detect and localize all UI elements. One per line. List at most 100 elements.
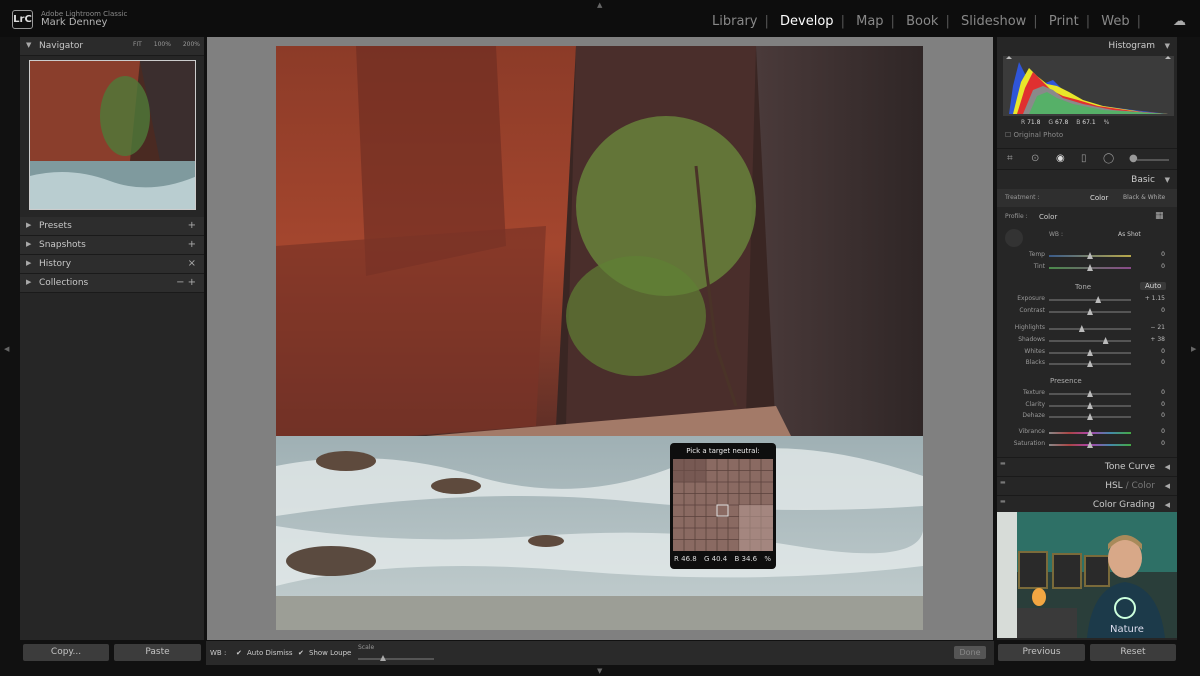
auto-dismiss-checkbox[interactable]: ✔ <box>236 649 242 657</box>
slider-label: Tint <box>1033 263 1045 270</box>
highlights-slider[interactable]: Highlights − 21 <box>997 324 1177 334</box>
slider-value[interactable]: 0 <box>1135 348 1165 355</box>
filmstrip-toggle-icon[interactable]: ▼ <box>597 667 602 675</box>
module-develop[interactable]: Develop <box>780 14 834 29</box>
copy-button[interactable]: Copy... <box>23 644 109 661</box>
original-photo-checkbox[interactable]: ☐ Original Photo <box>1005 131 1063 139</box>
slider-value[interactable]: 0 <box>1135 307 1165 314</box>
slider-value[interactable]: 0 <box>1135 359 1165 366</box>
slider-value[interactable]: + 1.15 <box>1135 295 1165 302</box>
reset-button[interactable]: Reset <box>1090 644 1176 661</box>
slider-label: Whites <box>1024 348 1045 355</box>
treatment-bw[interactable]: Black & White <box>1123 194 1165 201</box>
shadows-slider[interactable]: Shadows + 38 <box>997 336 1177 346</box>
tone-auto-button[interactable]: Auto <box>1140 282 1167 290</box>
whites-slider[interactable]: Whites 0 <box>997 348 1177 358</box>
wb-tool-label: WB : <box>210 649 227 657</box>
saturation-slider[interactable]: Saturation 0 <box>997 440 1177 450</box>
auto-dismiss-label: Auto Dismiss <box>247 649 293 657</box>
show-loupe-checkbox[interactable]: ✔ <box>298 649 304 657</box>
histogram-rgb-readout: R 71.8 G 67.8 B 67.1 % <box>1021 119 1110 126</box>
presets-header[interactable]: ▶ Presets + <box>20 217 204 236</box>
navigator-thumbnail[interactable] <box>29 60 196 210</box>
brush-slider[interactable] <box>1137 159 1169 161</box>
module-print[interactable]: Print <box>1049 14 1079 29</box>
loupe-pixel-grid <box>673 459 773 551</box>
slider-value[interactable]: + 38 <box>1135 336 1165 343</box>
add-snapshot-button[interactable]: + <box>188 239 196 250</box>
clarity-slider[interactable]: Clarity 0 <box>997 401 1177 411</box>
zoom-200[interactable]: 200% <box>183 41 200 48</box>
slider-label: Contrast <box>1019 307 1045 314</box>
left-panel: ▼ Navigator FIT 100% 200% ▶ Presets + ▶ Sn… <box>20 37 204 640</box>
user-name: Mark Denney <box>41 17 108 28</box>
tint-slider[interactable]: Tint 0 <box>997 263 1177 273</box>
treatment-color[interactable]: Color <box>1090 194 1108 202</box>
slider-track[interactable] <box>1049 299 1131 301</box>
slider-value[interactable]: 0 <box>1135 412 1165 419</box>
exposure-slider[interactable]: Exposure + 1.15 <box>997 295 1177 305</box>
dehaze-slider[interactable]: Dehaze 0 <box>997 412 1177 422</box>
module-library[interactable]: Library <box>712 14 757 29</box>
slider-track[interactable] <box>1049 340 1131 342</box>
right-panel-toggle-icon[interactable]: ▶ <box>1191 345 1196 353</box>
profile-browser-icon[interactable]: ▦ <box>1155 211 1164 221</box>
graduated-filter-icon[interactable]: ▯ <box>1081 153 1087 164</box>
previous-button[interactable]: Previous <box>998 644 1085 661</box>
bottom-toolbar: WB : ✔ Auto Dismiss ✔ Show Loupe Scale D… <box>206 641 994 665</box>
snapshots-header[interactable]: ▶ Snapshots + <box>20 236 204 255</box>
zoom-fit[interactable]: FIT <box>133 41 142 48</box>
done-button[interactable]: Done <box>954 646 986 659</box>
slider-track[interactable] <box>1049 328 1131 330</box>
history-header[interactable]: ▶ History × <box>20 255 204 274</box>
add-preset-button[interactable]: + <box>188 220 196 231</box>
module-book[interactable]: Book <box>906 14 938 29</box>
top-bar: LrC Adobe Lightroom Classic Mark Denney … <box>0 0 1200 37</box>
spot-removal-icon[interactable]: ⊙ <box>1031 153 1039 164</box>
navigator-header[interactable]: ▼ Navigator FIT 100% 200% <box>20 37 204 56</box>
wb-select[interactable]: As Shot <box>1118 231 1141 238</box>
cloud-sync-icon[interactable]: ☁ <box>1173 14 1186 29</box>
collection-actions-button[interactable]: − + <box>176 277 196 288</box>
shirt-text: Nature <box>1110 624 1144 635</box>
module-map[interactable]: Map <box>856 14 883 29</box>
scale-thumb[interactable] <box>380 655 386 661</box>
left-panel-toggle-icon[interactable]: ◀ <box>4 345 9 353</box>
module-web[interactable]: Web <box>1101 14 1129 29</box>
tool-strip: ⌗ ⊙ ◉ ▯ ◯ ● <box>997 148 1177 170</box>
vibrance-slider[interactable]: Vibrance 0 <box>997 428 1177 438</box>
slider-value[interactable]: − 21 <box>1135 324 1165 331</box>
radial-filter-icon[interactable]: ◯ <box>1103 153 1114 164</box>
color-grading-header[interactable]: ▬ Color Grading ◀ <box>997 495 1177 513</box>
histogram-chart[interactable] <box>1003 56 1174 116</box>
paste-button[interactable]: Paste <box>114 644 201 661</box>
red-eye-icon[interactable]: ◉ <box>1056 153 1065 164</box>
slider-value[interactable]: 0 <box>1135 401 1165 408</box>
slider-value[interactable]: 0 <box>1135 428 1165 435</box>
tone-curve-header[interactable]: ▬ Tone Curve ◀ <box>997 457 1177 475</box>
slider-value[interactable]: 0 <box>1135 389 1165 396</box>
slider-label: Highlights <box>1014 324 1045 331</box>
lightroom-logo: LrC <box>12 10 33 29</box>
crop-icon[interactable]: ⌗ <box>1007 153 1013 164</box>
slider-value[interactable]: 0 <box>1135 263 1165 270</box>
top-panel-toggle-icon[interactable]: ▲ <box>597 1 602 9</box>
slider-value[interactable]: 0 <box>1135 440 1165 447</box>
slider-label: Clarity <box>1025 401 1045 408</box>
temp-slider[interactable]: Temp 0 <box>997 251 1177 261</box>
scale-label: Scale <box>358 644 375 651</box>
collections-header[interactable]: ▶ Collections − + <box>20 274 204 293</box>
wb-eyedropper-icon[interactable] <box>1005 229 1023 247</box>
slider-label: Blacks <box>1025 359 1045 366</box>
contrast-slider[interactable]: Contrast 0 <box>997 307 1177 317</box>
blacks-slider[interactable]: Blacks 0 <box>997 359 1177 369</box>
texture-slider[interactable]: Texture 0 <box>997 389 1177 399</box>
hsl-header[interactable]: ▬ HSL / Color ◀ <box>997 476 1177 494</box>
scale-slider[interactable] <box>358 655 434 661</box>
zoom-100[interactable]: 100% <box>154 41 171 48</box>
module-slideshow[interactable]: Slideshow <box>961 14 1026 29</box>
main-photo[interactable] <box>276 46 923 630</box>
profile-select[interactable]: Color <box>1039 213 1057 221</box>
slider-value[interactable]: 0 <box>1135 251 1165 258</box>
clear-history-button[interactable]: × <box>188 258 196 269</box>
